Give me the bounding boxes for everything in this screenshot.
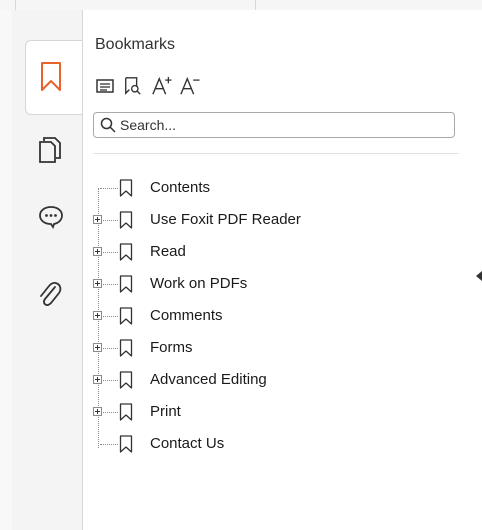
bookmark-icon <box>119 211 133 229</box>
bookmark-icon <box>119 339 133 357</box>
bookmark-item[interactable]: Contents <box>0 177 380 199</box>
bookmark-label: Contact Us <box>150 435 225 452</box>
expand-plus-icon[interactable] <box>93 215 102 224</box>
bookmark-icon <box>119 275 133 293</box>
tree-connector <box>100 220 118 221</box>
expand-plus-icon[interactable] <box>93 279 102 288</box>
panel-divider <box>93 153 459 154</box>
bookmark-icon <box>119 435 133 453</box>
bookmark-item[interactable]: Forms <box>0 337 380 359</box>
bookmark-label: Comments <box>150 307 223 324</box>
tree-connector <box>100 316 118 317</box>
toolbar-separator <box>15 0 16 10</box>
pages-icon[interactable] <box>38 137 62 163</box>
bookmark-label: Advanced Editing <box>150 371 267 388</box>
expand-plus-icon[interactable] <box>93 247 102 256</box>
tree-connector <box>100 188 118 189</box>
tree-connector <box>100 444 118 445</box>
bookmark-icon <box>119 403 133 421</box>
decrease-font-icon[interactable] <box>178 76 202 96</box>
tree-connector <box>100 412 118 413</box>
expand-plus-icon[interactable] <box>93 311 102 320</box>
search-input[interactable] <box>120 115 440 135</box>
bookmark-icon[interactable] <box>40 62 62 92</box>
bookmark-label: Contents <box>150 179 211 196</box>
bookmark-label: Work on PDFs <box>150 275 248 292</box>
bookmark-label: Print <box>150 403 181 420</box>
bookmark-item[interactable]: Work on PDFs <box>0 273 380 295</box>
bookmark-item[interactable]: Use Foxit PDF Reader <box>0 209 380 231</box>
toolbar-separator <box>255 0 256 10</box>
expand-current-icon[interactable] <box>95 76 115 96</box>
bookmark-item[interactable]: Advanced Editing <box>0 369 380 391</box>
document-area-edge <box>472 10 482 530</box>
tree-connector <box>100 380 118 381</box>
search-icon <box>100 117 116 133</box>
bookmark-icon <box>119 243 133 261</box>
expand-plus-icon[interactable] <box>93 407 102 416</box>
bookmark-label: Use Foxit PDF Reader <box>150 211 301 228</box>
tree-connector <box>100 348 118 349</box>
bookmark-label: Read <box>150 243 186 260</box>
increase-font-icon[interactable] <box>150 76 174 96</box>
panel-title: Bookmarks <box>95 36 176 53</box>
tree-connector <box>100 252 118 253</box>
tree-connector <box>100 284 118 285</box>
expand-plus-icon[interactable] <box>93 375 102 384</box>
bookmark-item[interactable]: Comments <box>0 305 380 327</box>
bookmark-icon <box>119 179 133 197</box>
bookmark-item[interactable]: Contact Us <box>0 433 380 455</box>
find-bookmark-icon[interactable] <box>122 76 144 96</box>
collapse-panel-arrow-icon[interactable] <box>476 271 482 281</box>
expand-plus-icon[interactable] <box>93 343 102 352</box>
bookmark-label: Forms <box>150 339 193 356</box>
bookmark-icon <box>119 307 133 325</box>
top-toolbar-strip <box>0 0 482 10</box>
bookmark-search-box[interactable] <box>93 112 455 138</box>
bookmark-icon <box>119 371 133 389</box>
bookmark-item[interactable]: Read <box>0 241 380 263</box>
bookmark-item[interactable]: Print <box>0 401 380 423</box>
